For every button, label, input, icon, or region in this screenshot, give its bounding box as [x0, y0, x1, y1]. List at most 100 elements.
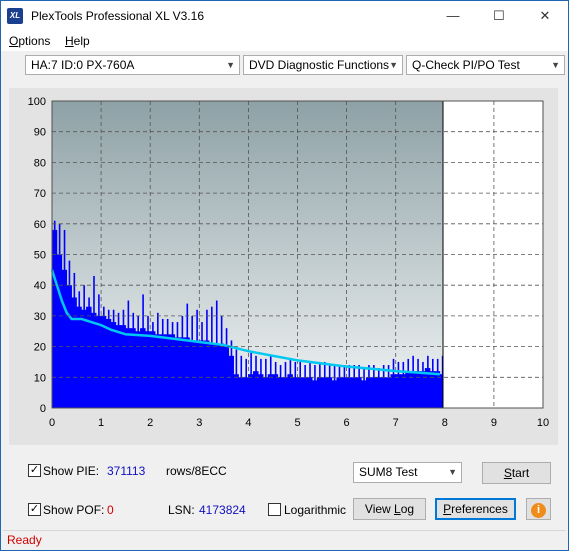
pi-peak	[323, 361, 326, 408]
pi-peak	[427, 355, 429, 408]
pi-peak	[382, 365, 385, 408]
chevron-down-icon: ▼	[226, 60, 235, 70]
menu-options[interactable]: Options	[9, 34, 50, 48]
pi-peak	[304, 365, 306, 408]
pi-peak	[215, 300, 218, 408]
view-log-button[interactable]: View Log	[353, 498, 426, 520]
x-tick-label: 3	[196, 417, 202, 429]
pi-peak	[196, 309, 198, 408]
test-mode-select[interactable]: SUM8 Test ▼	[353, 462, 462, 483]
pi-peak	[279, 365, 282, 408]
drive-select[interactable]: HA:7 ID:0 PX-760A ▼	[25, 55, 240, 75]
pi-peak	[225, 328, 228, 408]
pi-peak	[220, 315, 223, 408]
pi-peak	[373, 365, 375, 408]
pi-peak	[289, 358, 292, 408]
pi-peak	[392, 358, 395, 408]
pi-peak	[230, 340, 233, 408]
close-button[interactable]: ✕	[522, 1, 568, 31]
pi-peak	[407, 358, 410, 408]
pi-peak	[319, 361, 321, 408]
pi-peak	[117, 312, 120, 408]
pi-peak	[93, 275, 95, 408]
x-tick-label: 8	[442, 417, 448, 429]
pi-peak	[132, 312, 135, 408]
pi-peak	[436, 358, 439, 408]
pi-peak	[363, 368, 365, 408]
pi-peak	[161, 318, 164, 408]
x-tick-label: 4	[245, 417, 251, 429]
pi-peak	[417, 358, 419, 408]
pi-peak	[88, 297, 90, 408]
pi-peak	[299, 361, 302, 408]
pi-peak	[191, 315, 193, 408]
pi-peak	[314, 365, 316, 408]
pie-unit: rows/8ECC	[166, 464, 227, 478]
x-tick-label: 5	[294, 417, 300, 429]
pi-peak	[68, 260, 71, 408]
x-tick-label: 2	[147, 417, 153, 429]
y-tick-label: 70	[34, 188, 46, 200]
pi-peak	[211, 306, 213, 408]
y-tick-label: 90	[34, 127, 46, 139]
show-pie-checkbox[interactable]: ✓	[28, 464, 41, 477]
test-select[interactable]: Q-Check PI/PO Test ▼	[406, 55, 565, 75]
app-logo-icon: XL	[7, 8, 23, 24]
pi-peak	[343, 365, 346, 408]
pi-peak	[368, 365, 370, 408]
y-tick-label: 20	[34, 342, 46, 354]
app-window: XL PlexTools Professional XL V3.16 — ☐ ✕…	[0, 0, 569, 551]
show-pof-checkbox[interactable]: ✓	[28, 503, 41, 516]
preferences-button[interactable]: Preferences	[435, 498, 516, 520]
x-tick-label: 6	[344, 417, 350, 429]
pi-peak	[265, 358, 267, 408]
minimize-button[interactable]: —	[430, 1, 476, 31]
chart-panel: 0 10 20 30 40 50 60 70 80 90 100 0 1 2 3 4 5 6 7 8 9 10	[9, 88, 558, 445]
y-tick-label: 10	[34, 372, 46, 384]
y-tick-label: 100	[28, 96, 46, 108]
pie-value: 371113	[107, 464, 146, 478]
pi-peak	[358, 365, 360, 408]
pi-peak	[333, 365, 336, 408]
maximize-button[interactable]: ☐	[476, 1, 522, 31]
pi-peak	[240, 355, 243, 408]
title-bar: XL PlexTools Professional XL V3.16 — ☐ ✕	[1, 1, 568, 31]
pi-peak	[269, 355, 272, 408]
pi-peak	[206, 309, 208, 408]
x-tick-label: 1	[98, 417, 104, 429]
start-button[interactable]: Start	[482, 462, 551, 484]
pi-peak	[157, 312, 159, 408]
x-tick-label: 10	[537, 417, 549, 429]
pi-peak	[328, 365, 331, 408]
pi-peak	[112, 309, 115, 408]
pi-peak	[142, 294, 144, 408]
pi-peak	[78, 291, 81, 408]
menu-help[interactable]: Help	[65, 34, 90, 48]
pi-peak	[309, 361, 311, 408]
y-tick-label: 0	[40, 403, 46, 415]
pi-peak	[294, 361, 297, 408]
function-select[interactable]: DVD Diagnostic Functions ▼	[243, 55, 403, 75]
pi-peak	[122, 309, 125, 408]
info-icon: i	[531, 503, 546, 518]
pi-peak	[431, 358, 434, 408]
y-tick-label: 60	[34, 219, 46, 231]
logarithmic-checkbox[interactable]	[268, 503, 281, 516]
y-tick-label: 80	[34, 157, 46, 169]
chevron-down-icon: ▼	[389, 60, 398, 70]
pi-peak	[412, 355, 414, 408]
status-bar: Ready	[3, 530, 566, 549]
pi-peak	[260, 358, 262, 408]
pi-peak	[127, 300, 130, 408]
chevron-down-icon: ▼	[448, 467, 457, 477]
pi-peak	[402, 361, 405, 408]
info-button[interactable]: i	[526, 498, 551, 520]
window-title: PlexTools Professional XL V3.16	[31, 9, 204, 23]
test-mode-value: SUM8 Test	[359, 465, 418, 479]
pi-peak	[338, 365, 341, 408]
pi-peak	[147, 315, 149, 408]
pi-peak	[166, 318, 169, 408]
show-pof-label: Show POF:	[43, 503, 105, 517]
pi-peak	[73, 272, 76, 408]
pi-peak	[186, 303, 189, 408]
